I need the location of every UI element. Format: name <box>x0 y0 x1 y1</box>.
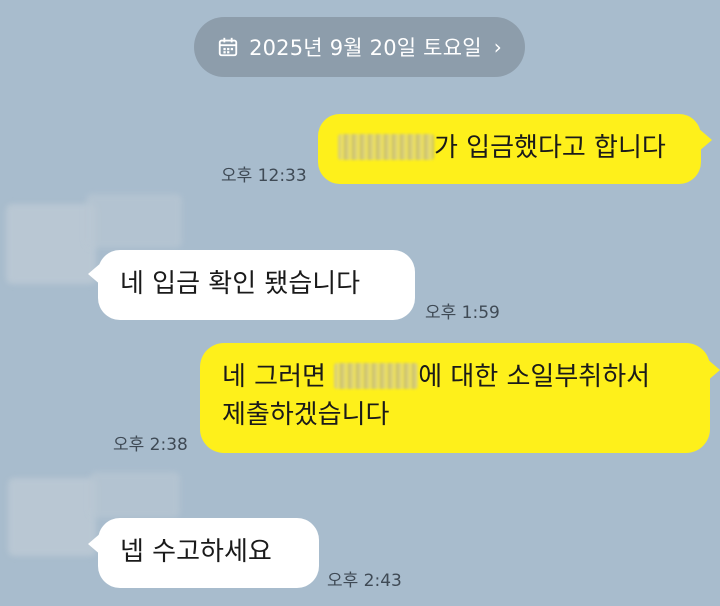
chevron-right-icon: › <box>493 35 502 59</box>
message-text: 에 대한 소일부취하서 <box>418 362 651 392</box>
redacted-name <box>334 363 419 389</box>
calendar-icon <box>218 37 238 57</box>
their-message-bubble[interactable]: 넵 수고하세요 <box>98 518 319 588</box>
chat-room: 2025년 9월 20일 토요일 › 오후 12:33 가 입금했다고 합니다 … <box>0 0 720 606</box>
profile-avatar[interactable] <box>8 478 96 556</box>
bubble-tail <box>706 358 720 382</box>
bubble-tail <box>698 128 712 152</box>
message-line: 네 그러면 에 대한 소일부취하서 <box>222 359 710 397</box>
message-time: 오후 1:59 <box>425 303 500 323</box>
date-divider-button[interactable]: 2025년 9월 20일 토요일 › <box>194 17 525 77</box>
message-text: 가 입금했다고 합니다 <box>434 133 666 163</box>
my-message-bubble[interactable]: 가 입금했다고 합니다 <box>318 114 701 184</box>
message-time: 오후 2:38 <box>113 435 188 455</box>
message-text: 네 입금 확인 됐습니다 <box>120 269 361 299</box>
message-time: 오후 2:43 <box>327 571 402 591</box>
their-message-bubble[interactable]: 네 입금 확인 됐습니다 <box>98 250 415 320</box>
redacted-name <box>338 134 434 160</box>
message-time: 오후 12:33 <box>221 166 307 186</box>
date-divider-label: 2025년 9월 20일 토요일 <box>249 36 482 60</box>
message-text: 네 그러면 <box>222 362 335 392</box>
my-message-bubble[interactable]: 네 그러면 에 대한 소일부취하서 제출하겠습니다 <box>200 343 710 453</box>
message-text: 넵 수고하세요 <box>120 537 272 567</box>
message-line: 제출하겠습니다 <box>222 399 390 430</box>
sender-name-blurred <box>86 194 182 248</box>
sender-name-blurred <box>90 472 180 518</box>
profile-avatar[interactable] <box>6 204 96 284</box>
